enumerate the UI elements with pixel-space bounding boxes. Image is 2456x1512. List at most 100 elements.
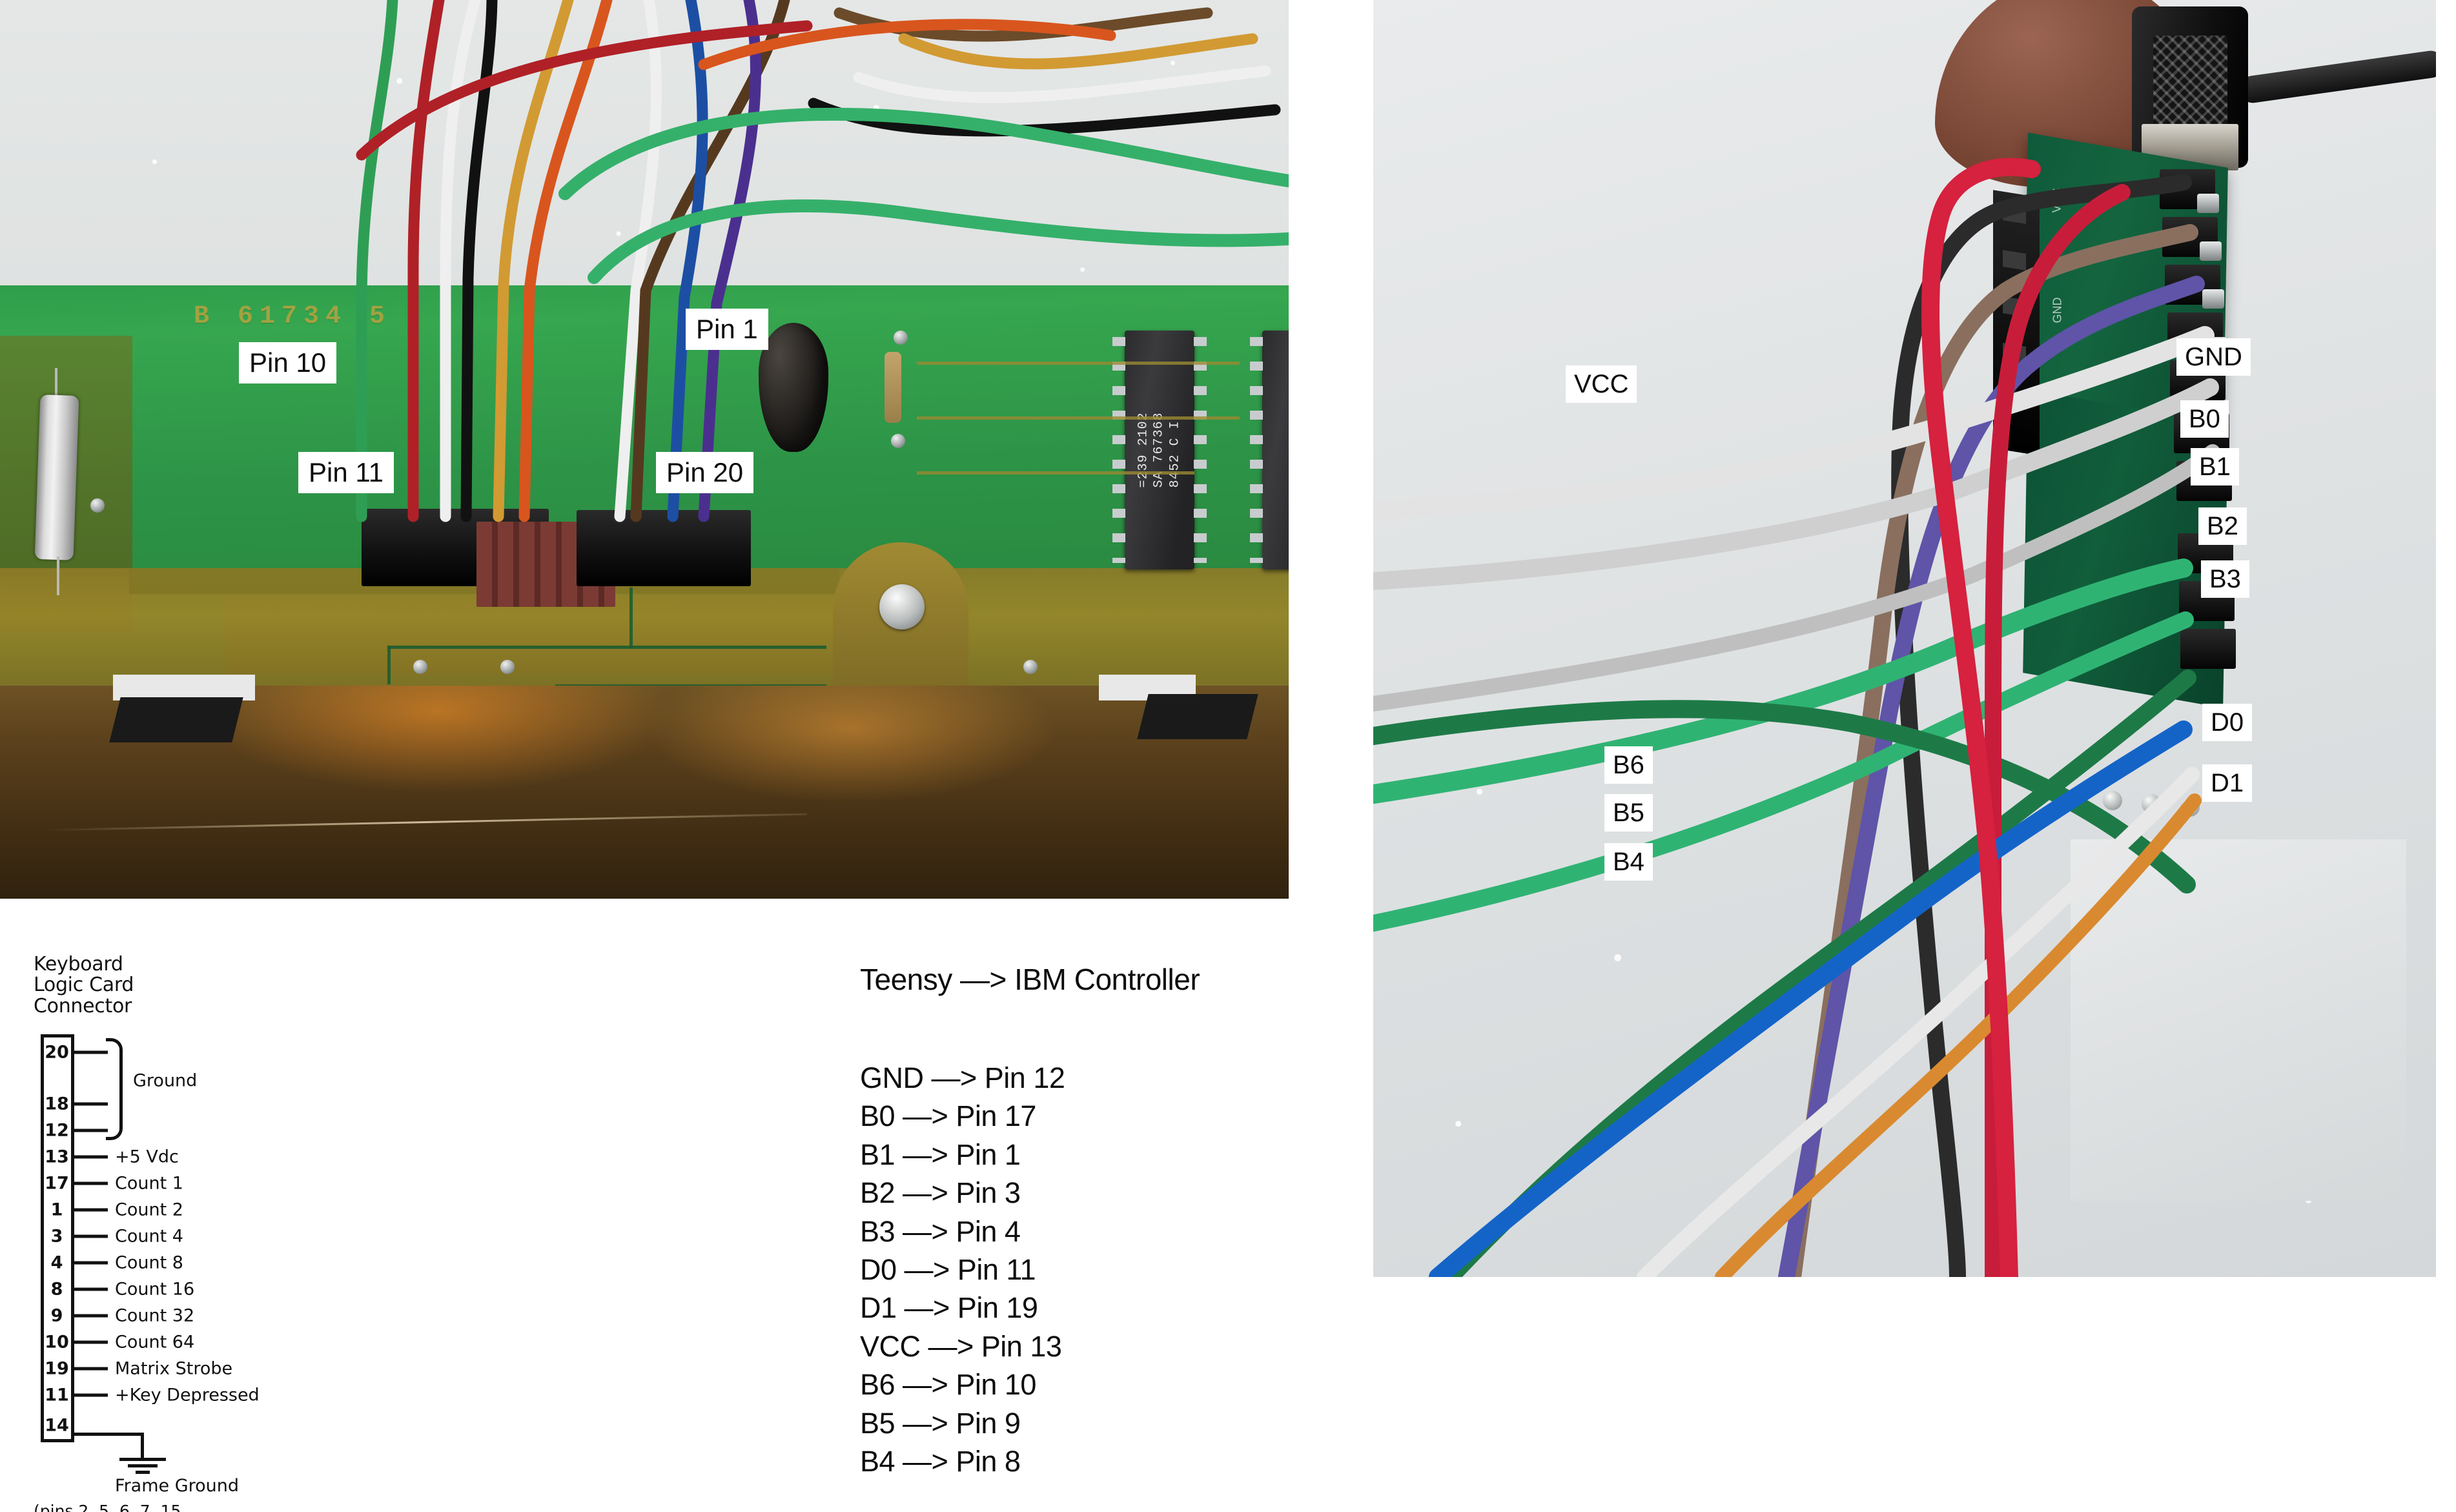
pin-lead xyxy=(74,1050,108,1054)
pin-number: 13 xyxy=(45,1147,69,1167)
pin-number: 20 xyxy=(45,1042,69,1063)
ic-pins-right xyxy=(1194,337,1207,563)
pin-number: 1 xyxy=(50,1200,63,1220)
label-d1: D1 xyxy=(2202,764,2253,802)
pin-signal: Count 64 xyxy=(115,1332,195,1353)
pin-signal: +5 Vdc xyxy=(115,1147,179,1167)
label-b0: B0 xyxy=(2180,400,2229,438)
page-root: B 61734 5 =239 2102SA 7673688452 C I =23… xyxy=(0,0,2456,1512)
solder-pad xyxy=(894,331,908,345)
label-pin-1: Pin 1 xyxy=(686,309,768,350)
frame-ground-wire-vertical xyxy=(141,1433,144,1458)
white-standoff xyxy=(113,675,255,700)
mapping-row: B5 —> Pin 9 xyxy=(860,1406,1021,1440)
label-pin-20: Pin 20 xyxy=(656,452,754,493)
ic-pins-left xyxy=(1112,337,1125,563)
pin-signal: Count 1 xyxy=(115,1173,183,1194)
heading-line-1: Keyboard xyxy=(34,953,123,976)
label-b6: B6 xyxy=(1604,746,1653,784)
dip-ic-1: =239 2102 SA 767368 8452 C I xyxy=(1112,331,1207,569)
solder-pad xyxy=(500,660,515,674)
label-b2: B2 xyxy=(2198,507,2247,545)
electrolytic-capacitor xyxy=(34,394,79,560)
pad xyxy=(2197,194,2219,213)
ic-marking-text: =239 2102 SA 767368 8452 C I xyxy=(1136,412,1183,488)
pin-number: 10 xyxy=(45,1332,69,1353)
diagram-heading: Keyboard Logic Card Connector xyxy=(34,954,134,1017)
header-pin xyxy=(2003,343,2026,363)
pin-number: 14 xyxy=(45,1415,69,1436)
mapping-row: D0 —> Pin 11 xyxy=(860,1252,1036,1286)
teensy-silk-gnd: GND xyxy=(2051,297,2064,323)
mapping-row: B1 —> Pin 1 xyxy=(860,1138,1021,1171)
header-pin xyxy=(2003,389,2026,410)
frame-ground-label: Frame Ground xyxy=(115,1476,240,1496)
teensy-board-photo: VCC GND VCC GND B0 B1 B2 B3 D0 D1 B6 B5 … xyxy=(1373,0,2436,1277)
header-pin xyxy=(2003,250,2026,271)
label-pin-11: Pin 11 xyxy=(298,452,394,493)
solder-pad xyxy=(413,660,427,674)
pin-number: 9 xyxy=(50,1305,63,1326)
teensy-silk-vcc: VCC xyxy=(2050,188,2063,213)
pin-lead xyxy=(74,1234,108,1238)
label-pin-10: Pin 10 xyxy=(239,342,337,383)
pin-mapping-list: Teensy —> IBM Controller GND —> Pin 12 B… xyxy=(860,962,1200,1480)
pcb-trace xyxy=(387,646,391,684)
label-d0: D0 xyxy=(2202,704,2253,741)
mapping-row: B6 —> Pin 10 xyxy=(860,1368,1036,1402)
pin-lead xyxy=(74,1287,108,1291)
mapping-row: D1 —> Pin 19 xyxy=(860,1291,1038,1325)
label-b3: B3 xyxy=(2201,560,2249,598)
mapping-row: B3 —> Pin 4 xyxy=(860,1214,1021,1248)
ground-label: Ground xyxy=(133,1070,198,1091)
pin-lead xyxy=(74,1367,108,1371)
pcb-trace xyxy=(387,646,826,649)
label-b5: B5 xyxy=(1604,794,1653,832)
diagram-note: (pins 2, 5, 6, 7, 15, and 16 are not use… xyxy=(34,1502,203,1512)
pin-signal: Count 32 xyxy=(115,1305,195,1326)
header-pin xyxy=(2003,296,2026,317)
solder-pad xyxy=(891,434,905,448)
pin-number: 12 xyxy=(45,1120,69,1141)
capacitor-lead-bottom xyxy=(57,557,59,595)
mapping-row: B0 —> Pin 17 xyxy=(860,1099,1036,1133)
pin-signal: Matrix Strobe xyxy=(115,1358,233,1379)
pad xyxy=(2200,241,2222,261)
solder-pad xyxy=(90,498,105,513)
pin-number: 4 xyxy=(50,1252,63,1273)
mapping-title: Teensy —> IBM Controller xyxy=(860,963,1200,996)
ground-brace xyxy=(106,1038,123,1140)
pcb-trace xyxy=(629,587,633,649)
mapping-row: B2 —> Pin 3 xyxy=(860,1176,1021,1210)
black-clip xyxy=(1137,694,1258,739)
solder-pad xyxy=(2180,797,2200,817)
pin-signal: Count 4 xyxy=(115,1226,183,1247)
pad xyxy=(2202,289,2224,309)
pin-lead xyxy=(74,1102,108,1106)
resistor xyxy=(885,352,901,423)
mapping-row: B4 —> Pin 8 xyxy=(860,1444,1021,1478)
foam-block xyxy=(2071,839,2406,1201)
note-line-1: (pins 2, 5, 6, 7, 15, xyxy=(34,1502,187,1512)
pin-lead xyxy=(74,1208,108,1212)
pin-lead xyxy=(74,1181,108,1185)
pcb-trace-gold xyxy=(917,416,1240,420)
black-clip xyxy=(109,697,243,742)
dip-ic-2: =239 2102 xyxy=(1250,331,1289,569)
connector-shell-right xyxy=(577,510,751,586)
label-gnd: GND xyxy=(2176,338,2251,376)
solder-joint xyxy=(2180,629,2236,669)
capacitor-lead-top xyxy=(55,368,57,399)
usb-plug-grip xyxy=(2153,36,2227,129)
ibm-controller-photo: B 61734 5 =239 2102SA 7673688452 C I =23… xyxy=(0,0,1289,899)
pin-signal: Count 8 xyxy=(115,1252,183,1273)
pin-signal: +Key Depressed xyxy=(115,1385,260,1405)
teensy-header-left xyxy=(1993,190,2040,456)
pin-lead xyxy=(74,1261,108,1265)
pin-number: 11 xyxy=(45,1385,69,1405)
solder-pad xyxy=(2142,794,2161,813)
pcb-silkscreen-text: B 61734 5 xyxy=(194,302,392,331)
header-pin xyxy=(2003,203,2026,224)
pin-number: 8 xyxy=(50,1279,63,1300)
solder-pad xyxy=(2064,788,2083,807)
